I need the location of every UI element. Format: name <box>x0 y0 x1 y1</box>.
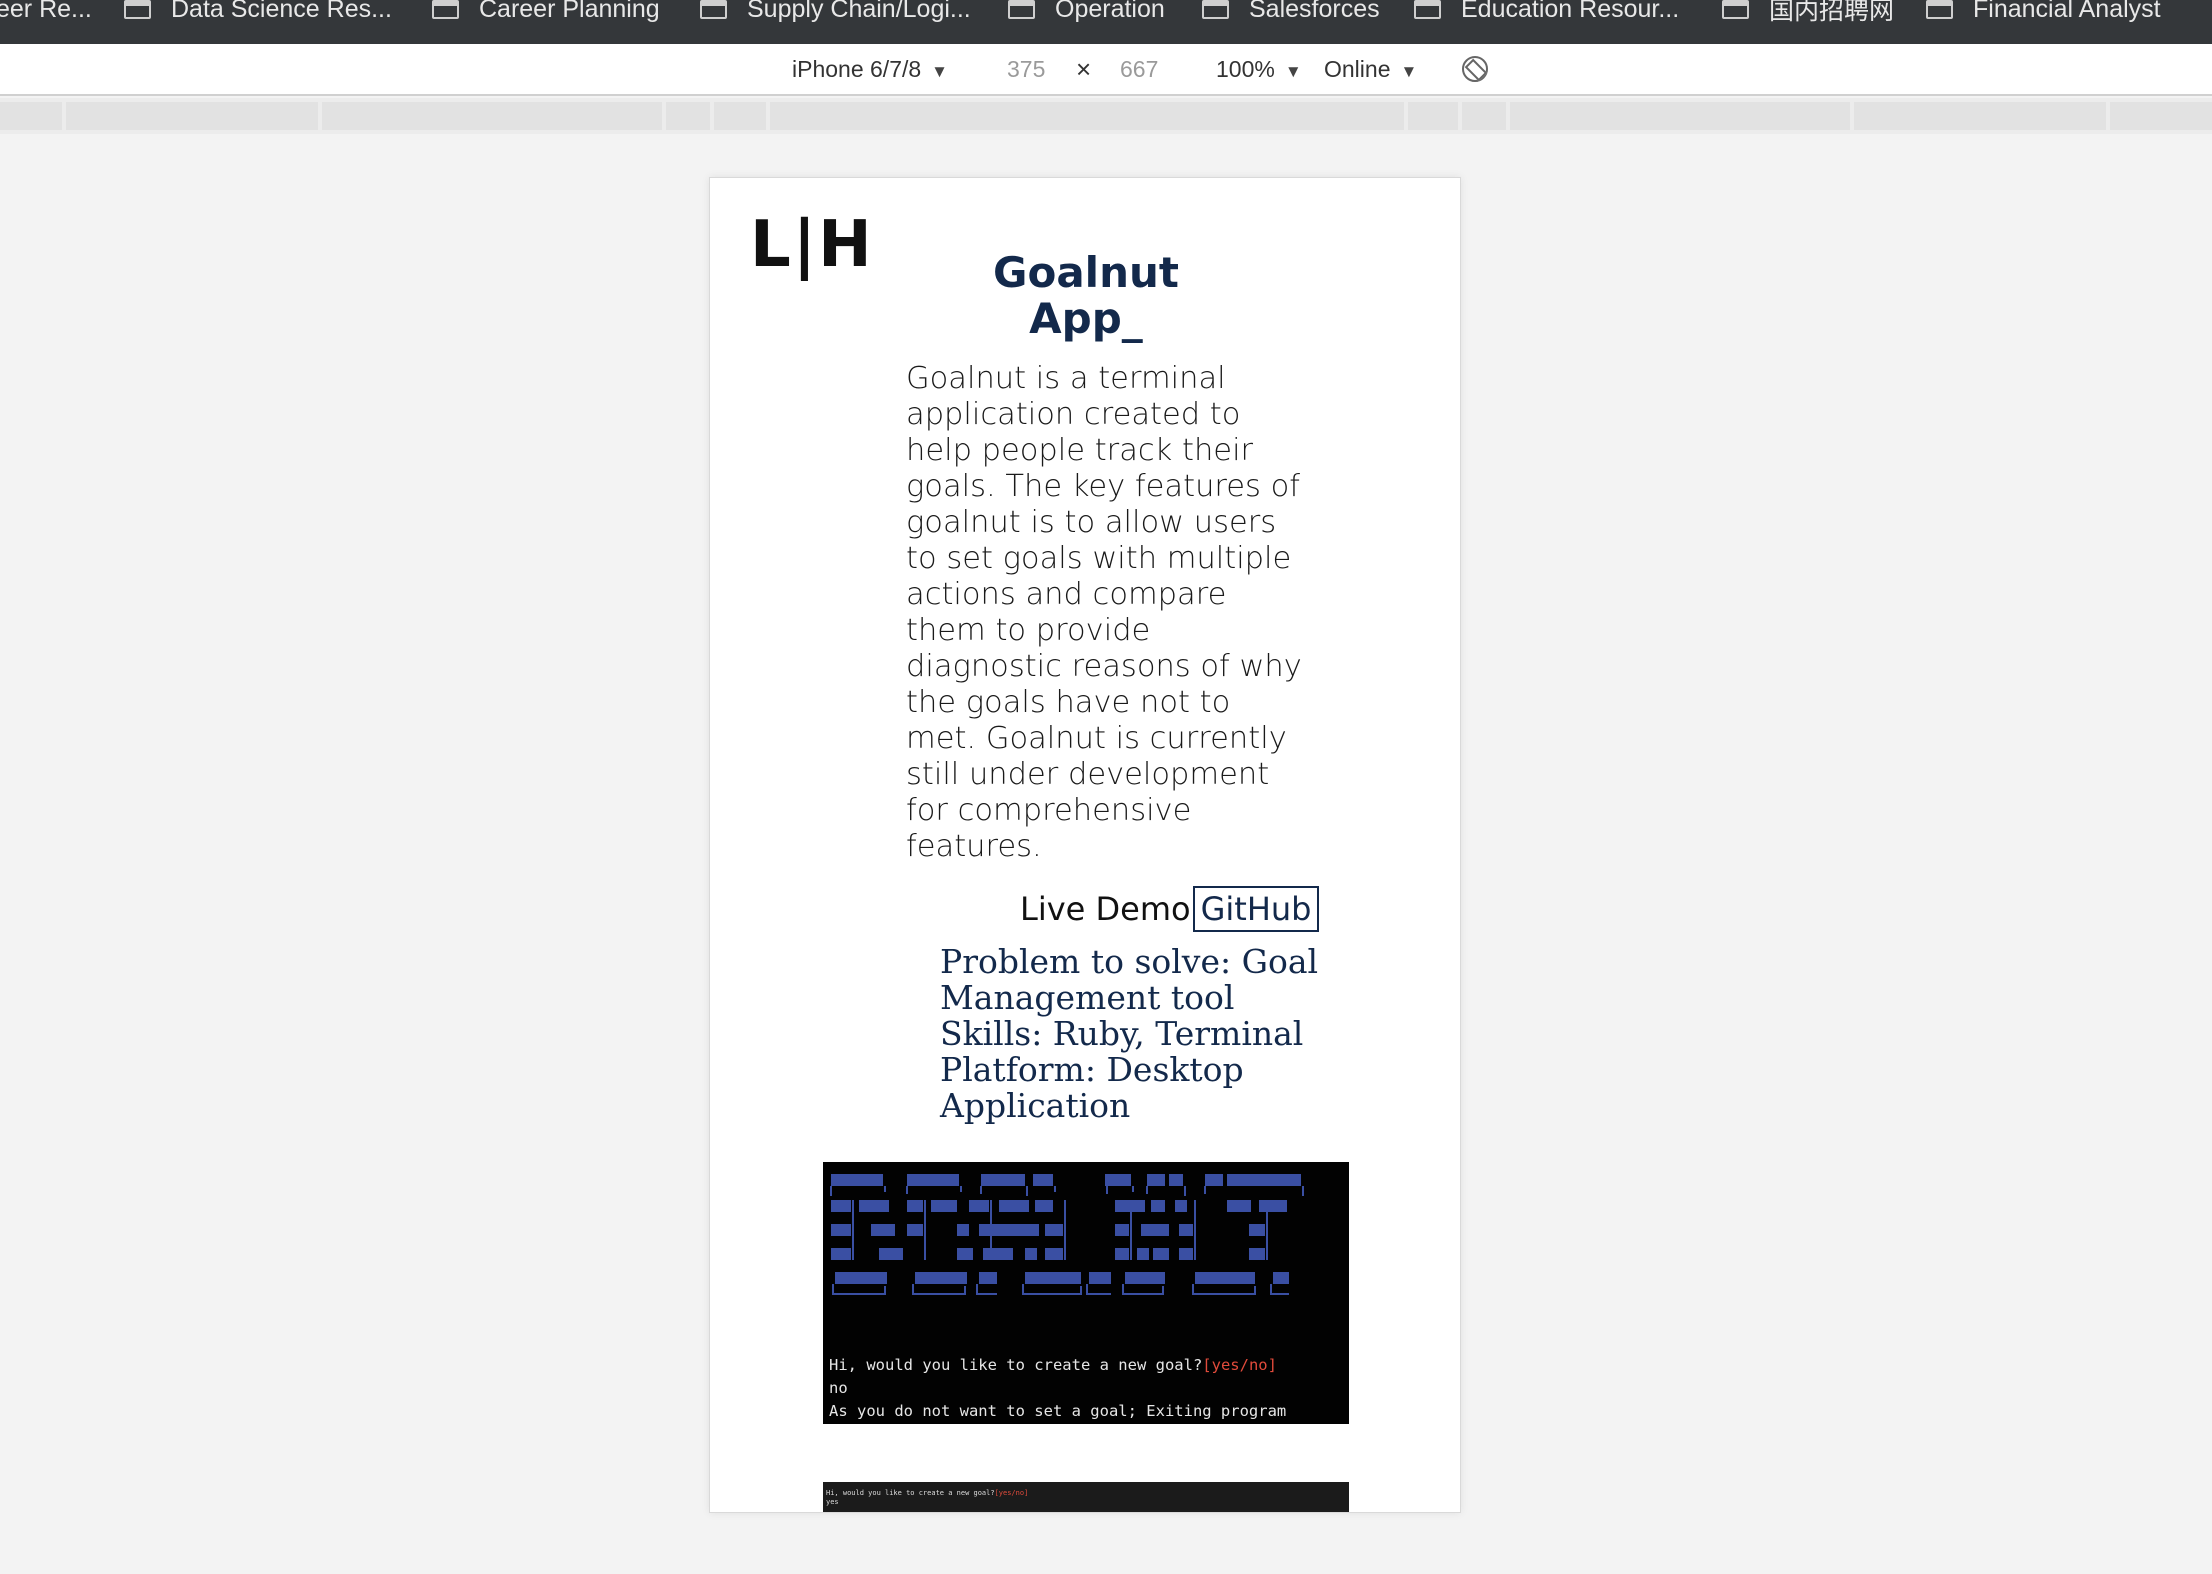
bookmark-label: Supply Chain/Logi... <box>747 0 971 23</box>
terminal-answer: yes <box>826 1498 839 1506</box>
width-input[interactable]: 375 <box>1007 56 1045 83</box>
bookmark-label: 国内招聘网 <box>1769 0 1895 25</box>
skills-text: Skills: Ruby, Terminal <box>940 1014 1304 1053</box>
live-demo-link[interactable]: Live Demo <box>1020 890 1191 928</box>
bookmark-supply-chain[interactable]: Supply Chain/Logi... <box>700 0 971 24</box>
folder-icon <box>1202 0 1229 19</box>
folder-icon <box>1414 0 1441 19</box>
bookmark-data-science[interactable]: Data Science Res... <box>124 0 392 24</box>
media-query-segment[interactable] <box>322 102 662 130</box>
device-name: iPhone 6/7/8 <box>792 56 922 82</box>
media-query-segment[interactable] <box>2110 102 2212 130</box>
terminal-output: Hi, would you like to create a new goal?… <box>829 1354 1286 1423</box>
terminal-question: Hi, would you like to create a new goal? <box>829 1356 1203 1374</box>
folder-icon <box>1722 0 1749 19</box>
chevron-down-icon: ▼ <box>1284 62 1302 81</box>
folder-icon <box>1008 0 1035 19</box>
terminal-output: Hi, would you like to create a new goal?… <box>826 1489 1028 1507</box>
bookmark-china-jobs[interactable]: 国内招聘网 <box>1722 0 1895 25</box>
title-line: Goalnut <box>993 248 1179 297</box>
folder-icon <box>700 0 727 19</box>
bookmark-label: Financial Analyst <box>1973 0 2161 23</box>
bookmark-career-planning[interactable]: Career Planning <box>432 0 660 24</box>
terminal-exit-message: As you do not want to set a goal; Exitin… <box>829 1402 1287 1420</box>
platform-text: Platform: Desktop Application <box>940 1050 1244 1125</box>
chevron-down-icon: ▼ <box>1400 62 1418 81</box>
terminal-screenshot-2: Hi, would you like to create a new goal?… <box>823 1482 1349 1512</box>
rotate-icon[interactable] <box>1462 56 1488 82</box>
bookmark-label: Career Planning <box>479 0 660 23</box>
media-query-segment[interactable] <box>66 102 318 130</box>
project-links: Live Demo GitHub <box>1020 886 1320 932</box>
device-viewport: L|H Goalnut App_ Goalnut is a terminal a… <box>709 177 1461 1513</box>
bookmark-education[interactable]: Education Resour... <box>1414 0 1679 24</box>
bookmark-label: Operation <box>1055 0 1165 23</box>
media-query-segment[interactable] <box>1854 102 2106 130</box>
goalnut-ascii-banner <box>830 1174 1304 1295</box>
bookmark-salesforces[interactable]: Salesforces <box>1202 0 1380 24</box>
media-query-segment[interactable] <box>1462 102 1506 130</box>
media-query-segment[interactable] <box>1510 102 1850 130</box>
bookmark-label: Education Resour... <box>1461 0 1680 23</box>
bookmark-financial-analyst[interactable]: Financial Analyst <box>1926 0 2161 24</box>
folder-icon <box>124 0 151 19</box>
github-link[interactable]: GitHub <box>1192 886 1320 932</box>
media-query-segment[interactable] <box>770 102 1404 130</box>
terminal-options: [yes/no] <box>994 1489 1029 1497</box>
media-query-segment[interactable] <box>1408 102 1458 130</box>
terminal-question: Hi, would you like to create a new goal? <box>826 1489 995 1497</box>
bookmark-career-resources[interactable]: eer Re... <box>0 0 92 24</box>
media-query-segment[interactable] <box>714 102 766 130</box>
page-title: Goalnut App_ <box>710 248 1460 343</box>
terminal-answer: no <box>829 1379 848 1397</box>
project-description: Goalnut is a terminal application create… <box>906 361 1302 864</box>
network-select[interactable]: Online ▼ <box>1324 56 1417 83</box>
device-toolbar: iPhone 6/7/8 ▼ 375 × 667 100% ▼ Online ▼ <box>0 44 2212 96</box>
height-input[interactable]: 667 <box>1120 56 1158 83</box>
folder-icon <box>1926 0 1953 19</box>
zoom-select[interactable]: 100% ▼ <box>1216 56 1302 83</box>
bookmark-label: Salesforces <box>1249 0 1380 23</box>
media-query-segment[interactable] <box>0 102 62 130</box>
device-select[interactable]: iPhone 6/7/8 ▼ <box>792 56 948 83</box>
dimension-separator: × <box>1076 54 1092 84</box>
project-meta: Problem to solve: Goal Management tool S… <box>940 944 1340 1124</box>
bookmark-operation[interactable]: Operation <box>1008 0 1165 24</box>
media-query-segment[interactable] <box>666 102 710 130</box>
zoom-value: 100% <box>1216 56 1275 82</box>
terminal-options: [yes/no] <box>1202 1356 1277 1374</box>
terminal-screenshot: Hi, would you like to create a new goal?… <box>823 1162 1349 1424</box>
problem-text: Problem to solve: Goal Management tool <box>940 942 1319 1017</box>
media-query-bar <box>0 98 2212 134</box>
bookmarks-bar: eer Re... Data Science Res... Career Pla… <box>0 0 2212 44</box>
folder-icon <box>432 0 459 19</box>
bookmark-label: Data Science Res... <box>171 0 392 23</box>
title-line: App_ <box>1029 294 1143 343</box>
network-value: Online <box>1324 56 1391 82</box>
bookmark-label: eer Re... <box>0 0 92 23</box>
chevron-down-icon: ▼ <box>931 62 948 81</box>
